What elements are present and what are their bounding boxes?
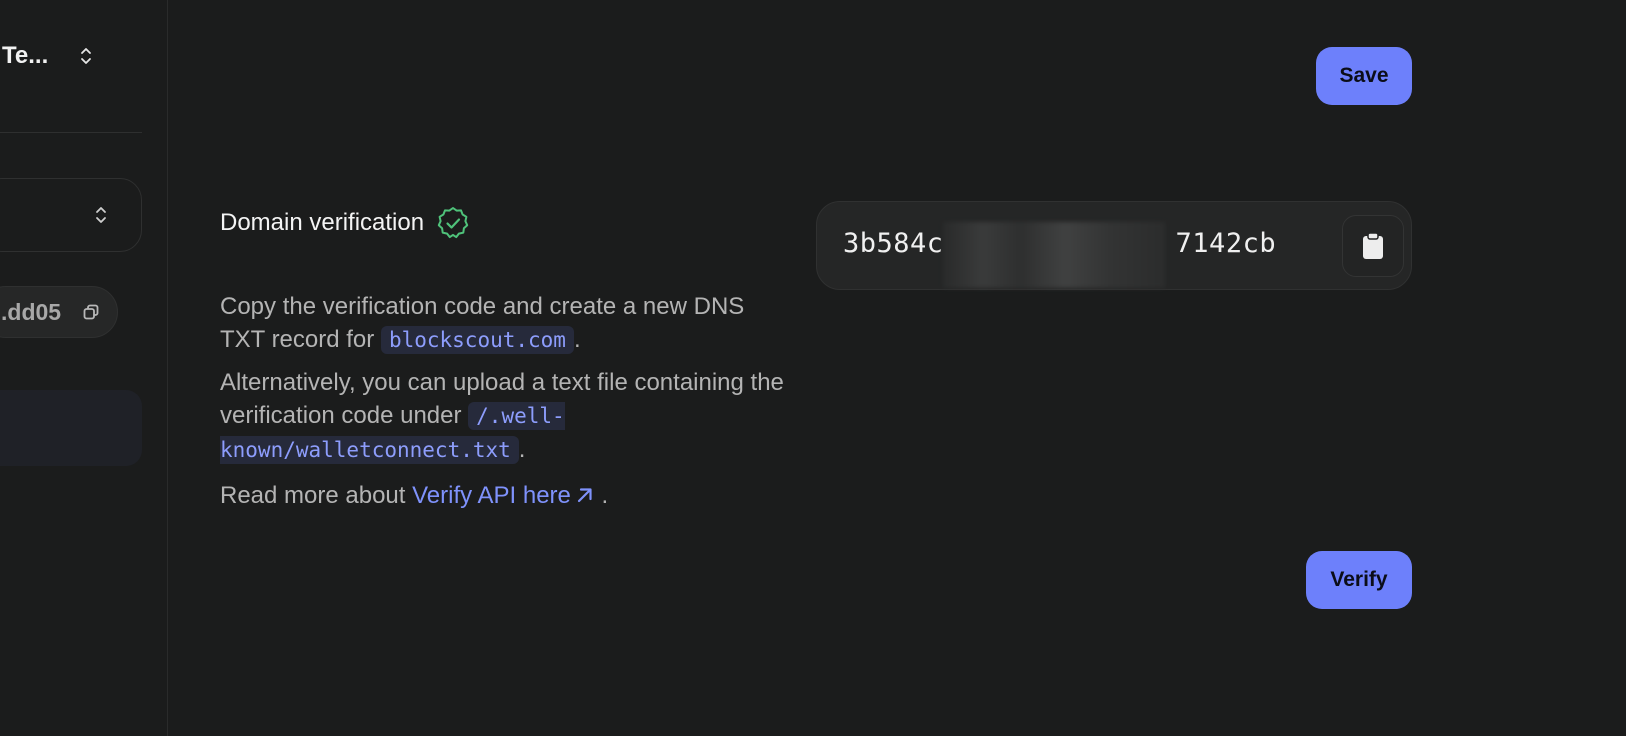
sidebar-select[interactable] [0,178,142,252]
sidebar: Te... .dd05 [0,0,168,736]
verify-api-link-label: Verify API here [412,482,571,509]
copy-code-button[interactable] [1342,215,1404,277]
instruction-text: . [573,326,581,353]
sidebar-divider [0,132,142,133]
domain-code: blockscout.com [380,326,574,354]
arrow-up-right-icon [577,488,592,503]
project-switcher[interactable]: Te... [0,34,110,78]
verified-badge-icon [437,207,469,239]
verification-code-prefix: 3b584c [843,228,944,259]
save-button[interactable]: Save [1316,47,1412,105]
app-root: Te... .dd05 Save Domain verification Cop… [0,0,1626,736]
read-more-text: . [594,482,609,509]
verification-code-suffix: 7142cb [1175,228,1277,259]
project-name: Te... [2,42,49,69]
read-more: Read more about Verify API here . [220,479,790,512]
instruction-dns: Copy the verification code and create a … [220,290,790,357]
domain-verification-heading: Domain verification [220,206,470,240]
redaction-blur [943,222,1165,288]
section-title: Domain verification [220,209,425,236]
verify-api-link[interactable]: Verify API here [412,482,595,509]
address-text: .dd05 [1,298,62,325]
clipboard-icon [1363,232,1383,259]
copy-icon[interactable] [83,304,99,320]
chevron-updown-icon [81,48,91,64]
domain-verification-description: Copy the verification code and create a … [220,290,790,521]
address-chip[interactable]: .dd05 [0,286,118,338]
verify-button[interactable]: Verify [1306,551,1412,609]
instruction-file: Alternatively, you can upload a text fil… [220,366,790,467]
sidebar-item-active[interactable] [0,390,142,466]
instruction-text: . [518,436,526,463]
read-more-text: Read more about [220,482,413,509]
chevron-updown-icon [96,207,106,223]
verification-code-field[interactable]: 3b584c 7142cb [816,201,1412,290]
